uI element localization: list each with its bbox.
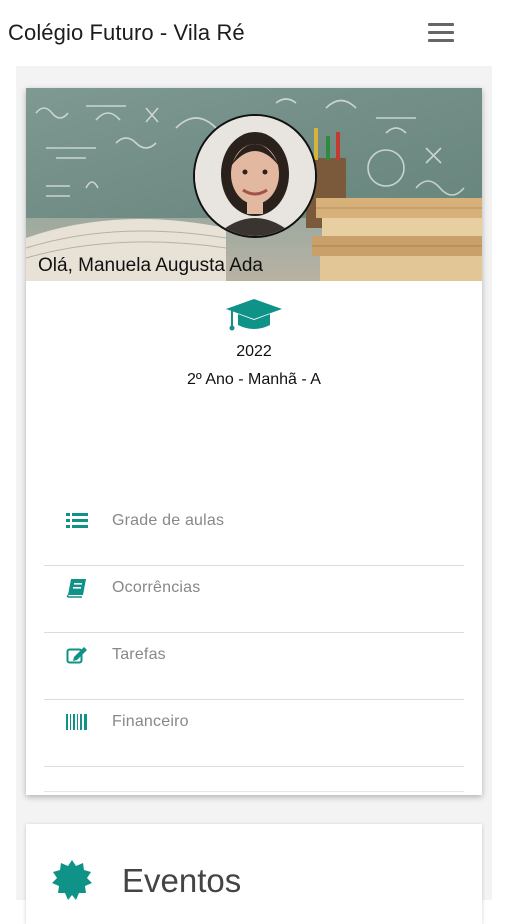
events-title: Eventos [122,862,242,899]
menu-item-label: Tarefas [112,646,166,663]
menu-item-label: Financeiro [112,713,189,730]
graduation-cap-icon [226,299,282,331]
profile-photo [193,114,317,238]
menu-item-tarefas[interactable]: Tarefas [44,633,464,700]
top-bar: Colégio Futuro - Vila Ré [0,0,506,66]
menu-spacer-row [44,767,464,792]
menu-item-financeiro[interactable]: Financeiro [44,700,464,767]
school-year: 2022 [236,343,272,360]
app-title: Colégio Futuro - Vila Ré [8,20,245,45]
menu-item-label: Grade de aulas [112,512,225,529]
greeting-text: Olá, Manuela Augusta Ada [38,255,263,276]
menu-list: Grade de aulas Ocorrências Tarefas Finan… [44,499,464,792]
menu-item-label: Ocorrências [112,579,201,596]
book-icon [66,579,86,598]
badge-icon [52,860,92,900]
barcode-icon [66,714,87,730]
edit-icon [66,647,87,664]
events-card[interactable]: Eventos [26,824,482,924]
profile-card: Olá, Manuela Augusta Ada 2022 2º Ano - M… [26,88,482,795]
profile-banner: Olá, Manuela Augusta Ada [26,88,482,281]
menu-item-ocorrencias[interactable]: Ocorrências [44,566,464,633]
hamburger-menu-icon[interactable] [428,22,454,44]
list-icon [66,513,88,528]
class-info: 2º Ano - Manhã - A [187,371,321,388]
menu-item-grade-de-aulas[interactable]: Grade de aulas [44,499,464,566]
